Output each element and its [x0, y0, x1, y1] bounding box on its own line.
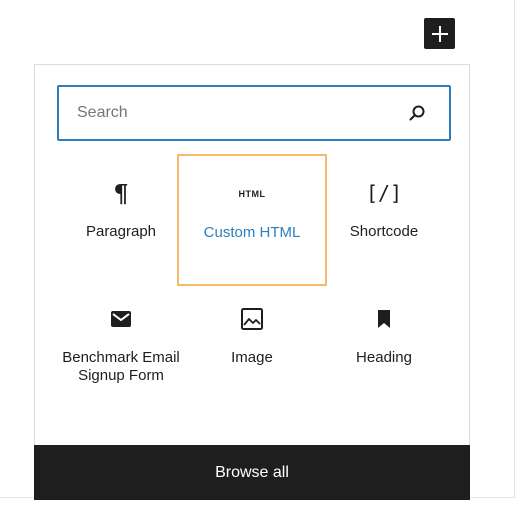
search-icon[interactable]: [397, 93, 437, 133]
plus-icon: [431, 25, 448, 42]
image-icon: [240, 305, 264, 333]
paragraph-icon: ¶: [113, 178, 129, 208]
block-benchmark-email-signup-form[interactable]: Benchmark Email Signup Form: [48, 281, 194, 421]
block-inserter-panel: ¶ Paragraph HTML Custom HTML [/] Shortco…: [34, 64, 470, 500]
block-label: Shortcode: [349, 223, 419, 240]
block-heading[interactable]: Heading: [311, 281, 457, 421]
shortcode-icon: [/]: [365, 181, 403, 205]
envelope-icon: [110, 305, 132, 333]
block-label: Paragraph: [85, 223, 157, 240]
block-custom-html[interactable]: HTML Custom HTML: [177, 154, 327, 286]
block-paragraph[interactable]: ¶ Paragraph: [48, 155, 194, 285]
bookmark-icon: [376, 305, 392, 333]
search-field[interactable]: [57, 85, 451, 141]
block-label: Benchmark Email Signup Form: [62, 349, 180, 384]
html-icon: HTML: [238, 189, 266, 199]
block-image[interactable]: Image: [179, 281, 325, 421]
block-shortcode[interactable]: [/] Shortcode: [311, 155, 457, 285]
browse-all-button[interactable]: Browse all: [34, 445, 470, 500]
block-label: Heading: [356, 349, 412, 366]
search-input[interactable]: [59, 87, 397, 139]
block-label: Image: [231, 349, 273, 366]
add-block-button[interactable]: [424, 18, 455, 49]
block-label: Custom HTML: [203, 224, 301, 241]
